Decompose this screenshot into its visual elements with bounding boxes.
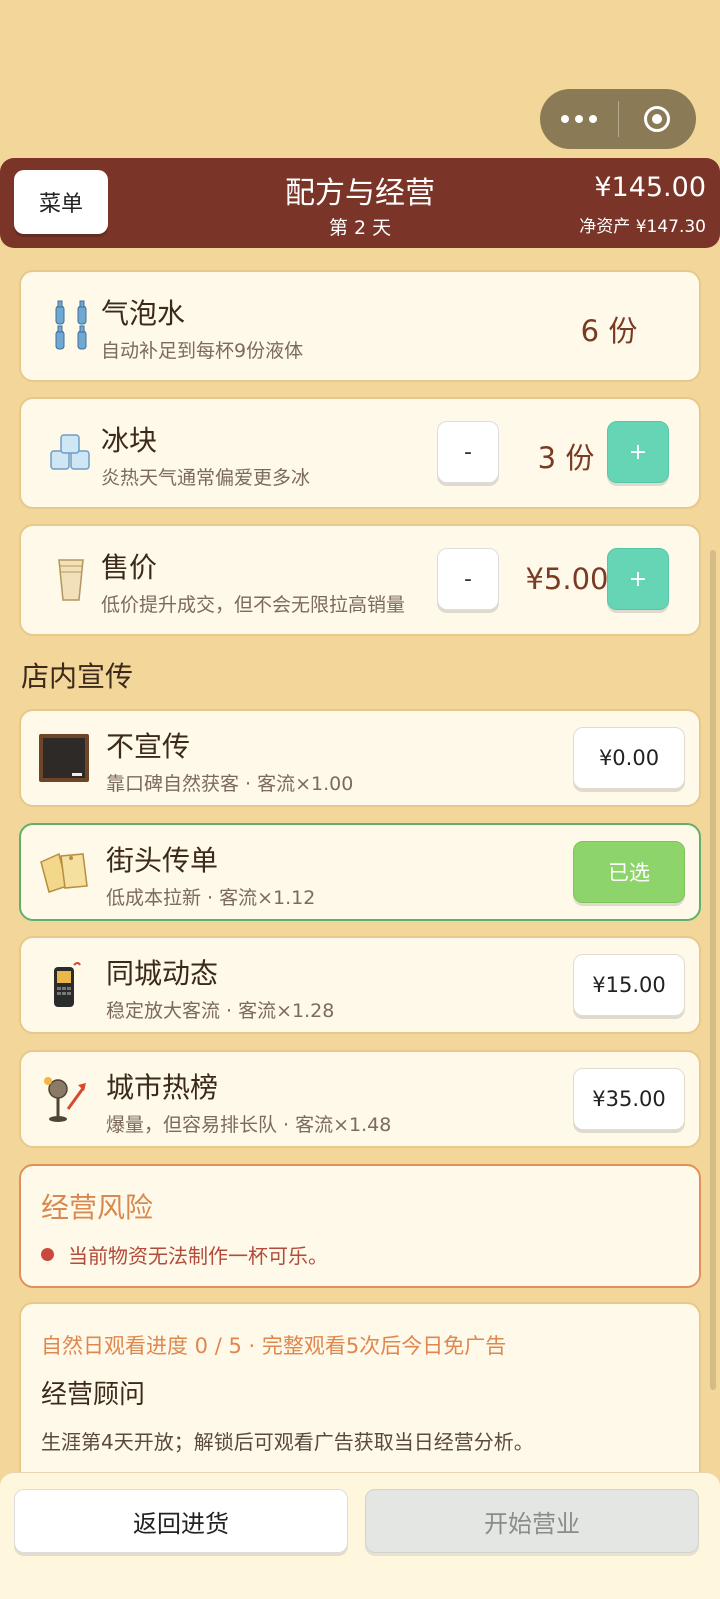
promo-option-local-feed[interactable]: 同城动态 稳定放大客流 · 客流×1.28 ¥15.00 — [19, 936, 701, 1034]
price-card: 售价 低价提升成交，但不会无限拉高销量 - ¥5.00 + — [19, 524, 701, 636]
promo-name: 不宣传 — [106, 730, 191, 763]
ingredient-name: 冰块 — [101, 424, 158, 457]
ad-watch-progress: 自然日观看进度 0 / 5 · 完整观看5次后今日免广告 — [41, 1334, 507, 1358]
ingredient-card-ice: 冰块 炎热天气通常偏爱更多冰 - 3 份 + — [19, 397, 701, 509]
risk-item-text: 当前物资无法制作一杯可乐。 — [68, 1244, 328, 1268]
alert-dot-icon — [41, 1248, 54, 1261]
increase-price-button[interactable]: + — [607, 548, 669, 610]
decrease-price-button[interactable]: - — [437, 548, 499, 610]
trending-mic-icon — [37, 1072, 91, 1126]
ice-cubes-icon — [43, 425, 99, 481]
promo-name: 同城动态 — [106, 957, 219, 990]
promo-desc: 低成本拉新 · 客流×1.12 — [106, 887, 316, 909]
advisor-title: 经营顾问 — [41, 1380, 146, 1410]
scrollbar[interactable] — [710, 550, 716, 1390]
promo-desc: 靠口碑自然获客 · 客流×1.00 — [106, 773, 354, 795]
ingredient-quantity: 6 份 — [580, 314, 638, 348]
promo-desc: 爆量，但容易排长队 · 客流×1.48 — [106, 1114, 392, 1136]
net-worth: 净资产 ¥147.30 — [579, 217, 706, 237]
chalkboard-icon — [37, 731, 91, 785]
ingredient-desc: 炎热天气通常偏爱更多冰 — [101, 467, 311, 489]
risk-item: 当前物资无法制作一杯可乐。 — [41, 1240, 328, 1269]
ingredient-quantity: 3 份 — [537, 441, 595, 475]
risk-title: 经营风险 — [41, 1191, 154, 1224]
close-mini-program-icon[interactable] — [619, 106, 697, 132]
soda-bottles-icon — [43, 298, 99, 354]
promo-name: 街头传单 — [106, 844, 219, 877]
back-to-purchase-button[interactable]: 返回进货 — [14, 1489, 348, 1553]
promo-name: 城市热榜 — [106, 1071, 219, 1104]
bottom-action-bar: 返回进货 开始营业 — [0, 1472, 720, 1599]
price-desc: 低价提升成交，但不会无限拉高销量 — [101, 594, 406, 616]
promo-selected-button[interactable]: 已选 — [573, 841, 685, 903]
promo-select-button[interactable]: ¥15.00 — [573, 954, 685, 1016]
ingredient-card-soda: 气泡水 自动补足到每杯9份液体 6 份 — [19, 270, 701, 382]
mini-program-capsule — [540, 89, 696, 149]
top-header: 菜单 配方与经营 第 2 天 ¥145.00 净资产 ¥147.30 — [0, 158, 720, 248]
ingredient-desc: 自动补足到每杯9份液体 — [101, 340, 304, 362]
price-label: 售价 — [101, 551, 158, 584]
promo-option-none[interactable]: 不宣传 靠口碑自然获客 · 客流×1.00 ¥0.00 — [19, 709, 701, 807]
advisor-desc: 生涯第4天开放；解锁后可观看广告获取当日经营分析。 — [41, 1430, 534, 1454]
decrease-ice-button[interactable]: - — [437, 421, 499, 483]
business-risk-panel: 经营风险 当前物资无法制作一杯可乐。 — [19, 1164, 701, 1288]
cash-balance: ¥145.00 — [594, 172, 706, 203]
promo-option-trending[interactable]: 城市热榜 爆量，但容易排长队 · 客流×1.48 ¥35.00 — [19, 1050, 701, 1148]
paper-cups-icon — [43, 552, 99, 608]
ingredient-name: 气泡水 — [101, 297, 186, 330]
phone-icon — [37, 958, 91, 1012]
promo-select-button[interactable]: ¥0.00 — [573, 727, 685, 789]
promo-section-title: 店内宣传 — [21, 660, 134, 693]
flyers-icon — [37, 845, 91, 899]
promo-option-flyers[interactable]: 街头传单 低成本拉新 · 客流×1.12 已选 — [19, 823, 701, 921]
promo-desc: 稳定放大客流 · 客流×1.28 — [106, 1000, 335, 1022]
promo-select-button[interactable]: ¥35.00 — [573, 1068, 685, 1130]
increase-ice-button[interactable]: + — [607, 421, 669, 483]
start-business-button[interactable]: 开始营业 — [365, 1489, 699, 1553]
more-options-icon[interactable] — [540, 115, 618, 123]
